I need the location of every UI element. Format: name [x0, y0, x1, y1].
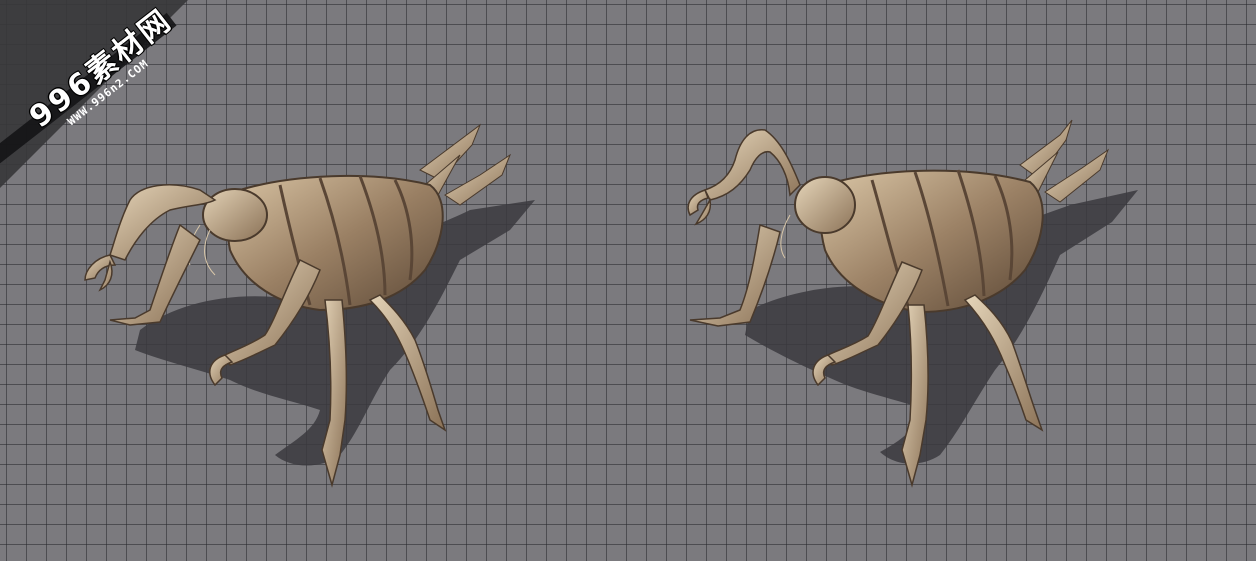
creature-right-svg: [687, 119, 1138, 488]
creature-left-svg: [84, 123, 535, 488]
creature-model-right: [640, 0, 1200, 561]
game-viewport: 996素材网 WWW.996n2.COM: [0, 0, 1256, 561]
creature-model-left: [40, 0, 600, 561]
pincer-arm-right-raised: [687, 129, 801, 226]
